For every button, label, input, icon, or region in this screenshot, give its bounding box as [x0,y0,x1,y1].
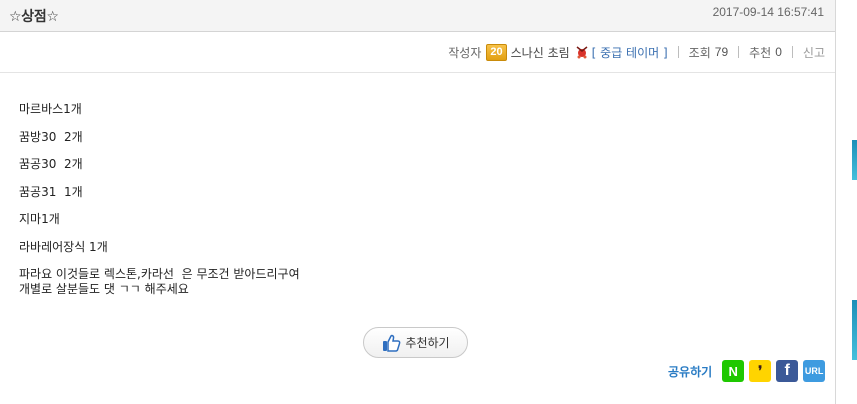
header-divider [0,72,836,73]
side-decor-strip [852,300,857,360]
recommend-button[interactable]: 추천하기 [363,327,468,358]
thumbs-up-icon [383,334,401,352]
post-meta: 작성자 20 스나신 초림 [ 중급 테이머 ] 조회 79 추천 0 신고 [448,43,825,61]
share-naver-button[interactable]: N [722,360,745,382]
guild-emblem-icon [576,46,588,59]
recommend-count: 0 [775,45,782,59]
body-line: 지마1개 [19,212,60,226]
recommend-label: 추천 [749,45,772,60]
body-line: 파라요 이것들로 렉스톤,카라선 은 무조건 받아드리구여 [19,267,300,281]
side-panel-edge [835,0,857,404]
author-name[interactable]: 스나신 초림 [511,44,570,61]
side-decor-strip [852,140,857,180]
report-link[interactable]: 신고 [803,44,825,61]
author-label: 작성자 [448,45,482,60]
share-label: 공유하기 [668,364,713,379]
level-badge: 20 [486,43,507,61]
meta-divider [677,46,679,58]
body-line: 꿈방30 2개 [19,129,83,144]
naver-icon: N [728,363,738,379]
views-count: 79 [714,45,729,59]
post-header: ☆상점☆ 2017-09-14 16:57:41 [0,0,836,32]
guild-name[interactable]: [ 중급 테이머 ] [592,44,668,61]
recommend-button-label: 추천하기 [405,336,450,350]
facebook-icon: f [784,362,790,379]
kakaostory-icon: ❜ [758,363,763,378]
body-line: 꿈공31 1개 [19,184,83,199]
share-facebook-button[interactable]: f [776,360,799,382]
post-title: ☆상점☆ [9,9,59,25]
body-line: 마르바스1개 [19,102,82,116]
body-line: 꿈공30 2개 [19,157,83,171]
post-body: 마르바스1개 꿈방30 2개 꿈공30 2개 꿈공31 1개 지마1개 라바레어… [19,102,300,310]
body-line: 라바레어장식 1개 [19,239,108,254]
post-container: ☆상점☆ 2017-09-14 16:57:41 작성자 20 스나신 초림 [… [0,0,836,404]
post-date: 2017-09-14 16:57:41 [712,5,824,19]
share-url-button[interactable]: URL [803,360,826,382]
url-icon: URL [804,366,824,376]
share-bar: 공유하기 N ❜ f URL [668,358,826,384]
meta-divider [738,46,740,58]
share-kakaostory-button[interactable]: ❜ [749,360,772,382]
body-line: 개별로 살분들도 댓 ㄱㄱ 해주세요 [19,282,189,296]
meta-divider [791,46,793,58]
views-label: 조회 [688,45,711,60]
